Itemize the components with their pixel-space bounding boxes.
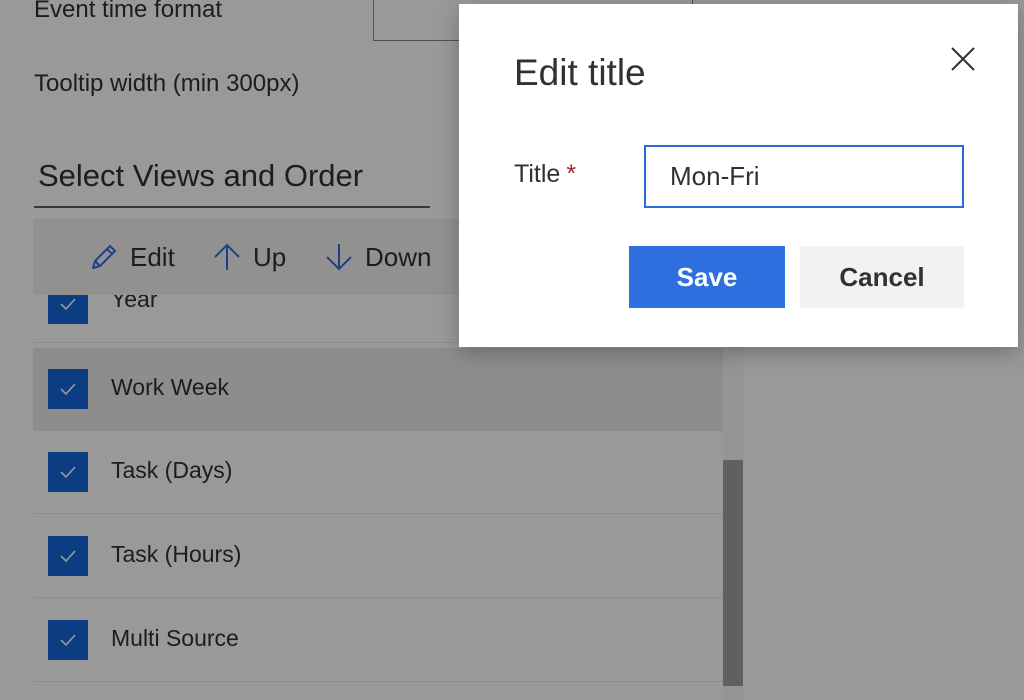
close-button[interactable]	[946, 42, 980, 76]
dialog-title: Edit title	[514, 52, 646, 93]
required-marker: *	[566, 160, 577, 188]
edit-title-dialog: Edit title Title* Save Cancel	[459, 4, 1018, 347]
save-button[interactable]: Save	[629, 246, 785, 308]
close-icon	[951, 47, 975, 71]
title-input[interactable]	[644, 145, 964, 208]
cancel-button[interactable]: Cancel	[800, 246, 964, 308]
title-field-label: Title *	[514, 160, 576, 189]
title-field-label-text: Title	[514, 160, 561, 188]
